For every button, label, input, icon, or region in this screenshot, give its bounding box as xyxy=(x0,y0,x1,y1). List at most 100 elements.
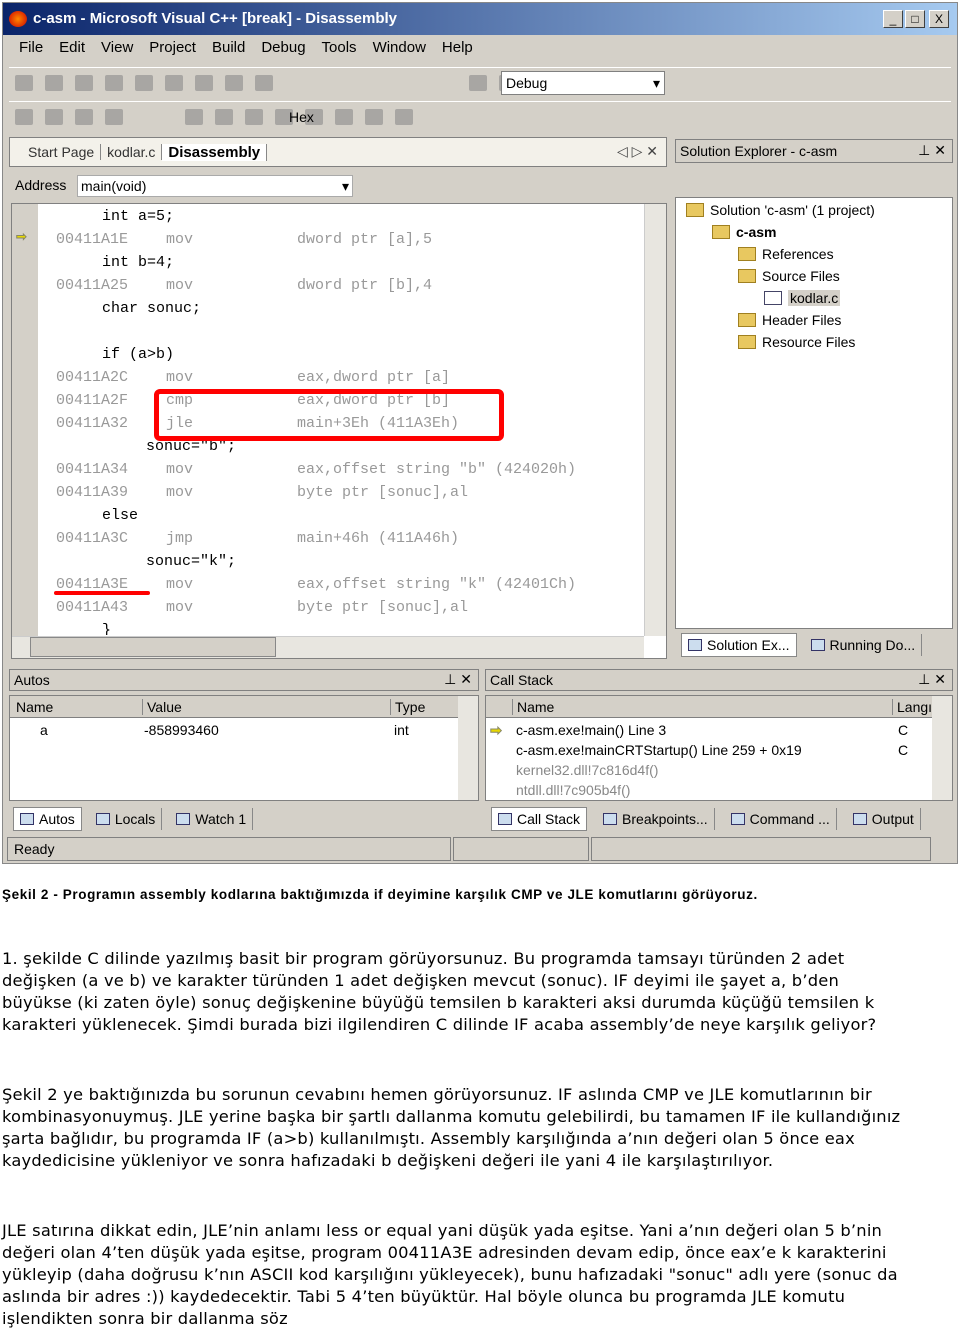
column-value[interactable]: Value xyxy=(142,699,182,715)
tree-item[interactable]: References xyxy=(738,246,834,262)
autos-header: Autos ⊥ ✕ xyxy=(9,669,479,691)
toolbar-button-icon[interactable] xyxy=(135,75,153,91)
toolbar-button-icon[interactable] xyxy=(185,109,203,125)
solution-icon xyxy=(712,225,730,239)
toolbar-button-icon[interactable] xyxy=(365,109,383,125)
table-header: Name Langı xyxy=(486,696,932,718)
menu-edit[interactable]: Edit xyxy=(59,39,85,56)
vertical-scrollbar[interactable] xyxy=(932,696,952,800)
minimize-button[interactable]: _ xyxy=(883,10,903,28)
tree-item[interactable]: Source Files xyxy=(738,268,840,284)
tab-label: Watch 1 xyxy=(195,811,247,827)
config-dropdown[interactable]: Debug ▾ xyxy=(501,71,665,95)
status-bar: Ready xyxy=(7,837,451,861)
cell: -858993460 xyxy=(144,722,219,738)
toolbar-button-icon[interactable] xyxy=(15,75,33,91)
toolbar-button-icon[interactable] xyxy=(225,75,243,91)
toolbar-button-icon[interactable] xyxy=(105,109,123,125)
hex-button[interactable]: Hex xyxy=(289,109,314,125)
tab-autos[interactable]: Autos xyxy=(13,807,82,831)
toolbar-button-icon[interactable] xyxy=(215,109,233,125)
tree-item[interactable]: kodlar.c xyxy=(764,290,841,306)
tab-disassembly[interactable]: Disassembly xyxy=(162,143,268,161)
tab-solution-ex-[interactable]: Solution Ex... xyxy=(681,633,797,657)
tree-item[interactable]: c-asm xyxy=(712,224,776,240)
tab-running-do-[interactable]: Running Do... xyxy=(805,634,923,656)
table-row[interactable]: ntdll.dll!7c905b4f() xyxy=(486,782,932,800)
pin-icon[interactable]: ⊥ ✕ xyxy=(918,671,946,688)
menu-project[interactable]: Project xyxy=(149,39,196,56)
tab-command-[interactable]: Command ... xyxy=(725,808,837,830)
address-input[interactable]: main(void) ▾ xyxy=(77,175,353,197)
toolbar-button-icon[interactable] xyxy=(75,75,93,91)
folder-icon xyxy=(738,313,756,327)
menu-build[interactable]: Build xyxy=(212,39,245,56)
tab-watch-1[interactable]: Watch 1 xyxy=(170,808,254,830)
toolbar-button-icon[interactable] xyxy=(195,75,213,91)
tab-kodlar-c[interactable]: kodlar.c xyxy=(101,144,163,160)
disassembly-pane[interactable]: int a=5; 00411A1E mov dword ptr [a],5 ➡ int b… xyxy=(11,203,667,659)
toolbar-button-icon[interactable] xyxy=(245,109,263,125)
toolbar-button-icon[interactable] xyxy=(255,75,273,91)
menu-file[interactable]: File xyxy=(19,39,43,56)
toolbar-button-icon[interactable] xyxy=(15,109,33,125)
tab-start-page[interactable]: Start Page xyxy=(22,144,102,160)
tab-label: Output xyxy=(871,811,914,827)
tab-breakpoints-[interactable]: Breakpoints... xyxy=(597,808,715,830)
menu-debug[interactable]: Debug xyxy=(261,39,305,56)
cell: a xyxy=(40,722,48,738)
operands: main+46h (411A46h) xyxy=(297,530,460,547)
table-row[interactable]: kernel32.dll!7c816d4f() xyxy=(486,762,932,782)
menu-help[interactable]: Help xyxy=(442,39,473,56)
maximize-button[interactable]: □ xyxy=(905,10,925,28)
cell: int xyxy=(394,722,409,738)
table-row[interactable]: c-asm.exe!mainCRTStartup() Line 259 + 0x… xyxy=(486,742,932,762)
pin-icon[interactable]: ⊥ ✕ xyxy=(918,142,946,159)
vertical-scrollbar[interactable] xyxy=(644,204,666,636)
operands: byte ptr [sonuc],al xyxy=(297,599,469,616)
toolbar-button-icon[interactable] xyxy=(469,75,487,91)
address: 00411A34 xyxy=(56,461,129,478)
tab-output[interactable]: Output xyxy=(847,808,921,830)
tab-call-stack[interactable]: Call Stack xyxy=(491,807,588,831)
tree-label: References xyxy=(762,246,834,262)
mnemonic: jmp xyxy=(166,530,194,547)
pin-icon[interactable]: ⊥ ✕ xyxy=(444,671,472,688)
chevron-down-icon: ▾ xyxy=(652,75,660,91)
folder-icon xyxy=(738,269,756,283)
tree-label: Solution 'c-asm' (1 project) xyxy=(710,202,875,218)
paragraph: JLE satırına dikkat edin, JLE’nin anlamı… xyxy=(2,1221,898,1328)
cell: c-asm.exe!mainCRTStartup() Line 259 + 0x… xyxy=(516,742,802,758)
toolbar-button-icon[interactable] xyxy=(75,109,93,125)
address: 00411A25 xyxy=(56,277,129,294)
table-row[interactable]: ➡ c-asm.exe!main() Line 3 C xyxy=(486,722,932,742)
menu-window[interactable]: Window xyxy=(373,39,426,56)
scroll-thumb[interactable] xyxy=(30,637,276,657)
horizontal-scrollbar[interactable] xyxy=(12,636,644,658)
close-button[interactable]: X xyxy=(929,10,949,28)
tree-item[interactable]: Solution 'c-asm' (1 project) xyxy=(686,202,875,218)
status-pane xyxy=(453,837,589,861)
toolbar-button-icon[interactable] xyxy=(335,109,353,125)
tab-locals[interactable]: Locals xyxy=(90,808,163,830)
toolbar-button-icon[interactable] xyxy=(165,75,183,91)
close-icon[interactable]: ◁ ▷ ✕ xyxy=(617,143,658,160)
toolbar-button-icon[interactable] xyxy=(45,109,63,125)
toolbar-button-icon[interactable] xyxy=(395,109,413,125)
column-type[interactable]: Type xyxy=(390,699,425,715)
column-language[interactable]: Langı xyxy=(892,699,932,715)
vertical-scrollbar[interactable] xyxy=(458,696,478,800)
tree-item[interactable]: Header Files xyxy=(738,312,841,328)
menu-tools[interactable]: Tools xyxy=(322,39,357,56)
toolbar-button-icon[interactable] xyxy=(45,75,63,91)
tab-icon xyxy=(20,813,34,825)
menu-view[interactable]: View xyxy=(101,39,133,56)
config-value: Debug xyxy=(506,75,548,91)
operands: dword ptr [b],4 xyxy=(297,277,433,294)
tree-item[interactable]: Resource Files xyxy=(738,334,855,350)
column-name[interactable]: Name xyxy=(16,699,53,715)
toolbar-button-icon[interactable] xyxy=(105,75,123,91)
column-name[interactable]: Name xyxy=(512,699,554,715)
table-header: Name Value Type xyxy=(10,696,458,718)
cell: C xyxy=(898,722,909,738)
